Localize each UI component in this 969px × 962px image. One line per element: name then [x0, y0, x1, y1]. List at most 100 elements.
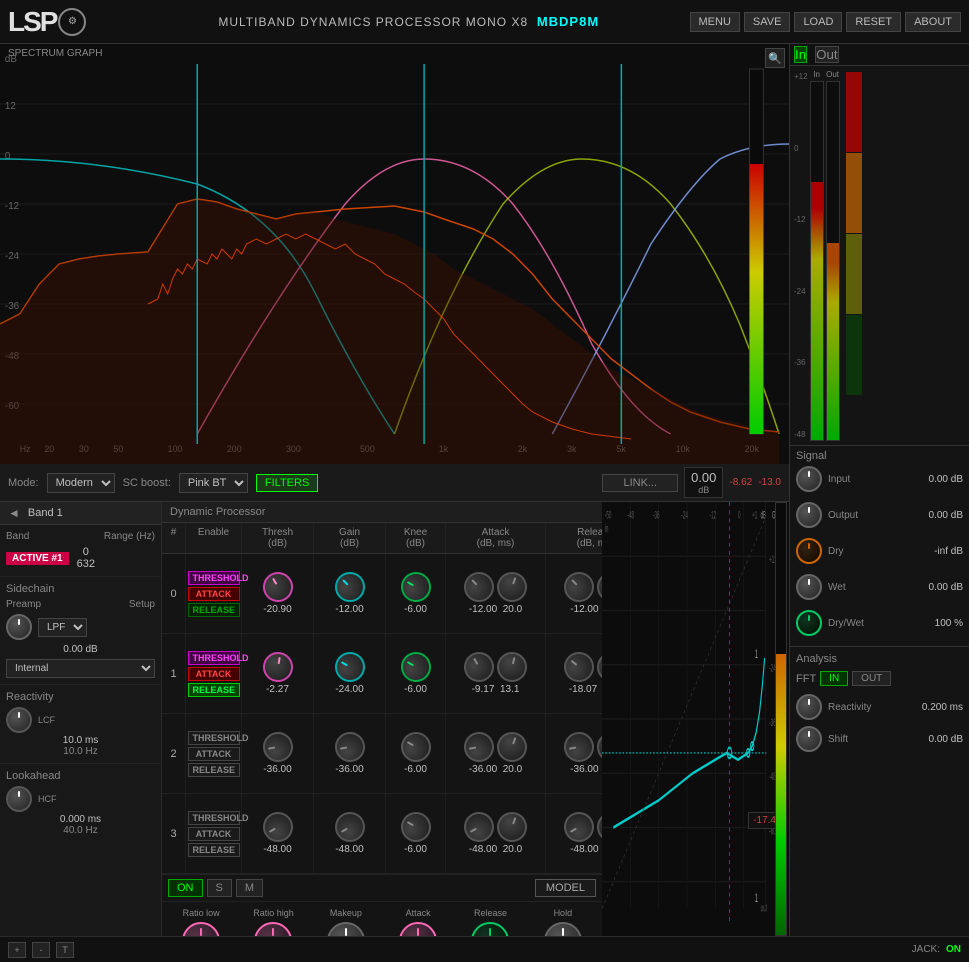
attack-db-knob-2[interactable] — [462, 730, 497, 765]
release-btn-0[interactable]: RELEASE — [188, 603, 240, 617]
thresh-knob-0[interactable] — [257, 567, 298, 608]
gain-knob-1[interactable] — [329, 647, 370, 688]
mode-select[interactable]: Modern — [47, 473, 115, 493]
out-button[interactable]: Out — [815, 46, 838, 63]
release-btn-1[interactable]: RELEASE — [188, 683, 240, 697]
internal-select[interactable]: Internal — [6, 659, 155, 678]
attack-ms-knob-0[interactable] — [493, 568, 531, 606]
output-knob[interactable] — [796, 502, 822, 528]
attack-btn-3[interactable]: ATTACK — [188, 827, 240, 841]
attack-db-knob-3[interactable] — [459, 807, 500, 848]
on-button[interactable]: ON — [168, 879, 203, 897]
gain-knob-0[interactable] — [328, 566, 370, 608]
preamp-knob[interactable] — [6, 614, 32, 640]
release-db-knob-2[interactable] — [562, 730, 597, 765]
row-3-release[interactable]: -48.00 100 — [546, 794, 602, 873]
zoom-button[interactable]: 🔍 — [765, 48, 785, 68]
active-badge[interactable]: ACTIVE #1 — [6, 552, 69, 565]
attack-btn-0[interactable]: ATTACK — [188, 587, 240, 601]
row-3-knee[interactable]: -6.00 — [386, 794, 446, 873]
attack-btn-2[interactable]: ATTACK — [188, 747, 240, 761]
text-button[interactable]: T — [56, 942, 74, 958]
knee-knob-3[interactable] — [395, 807, 436, 848]
row-1-enable[interactable]: THRESHOLD ATTACK RELEASE — [186, 634, 242, 713]
release-btn-3[interactable]: RELEASE — [188, 843, 240, 857]
about-button[interactable]: ABOUT — [905, 12, 961, 32]
row-1-gain[interactable]: -24.00 — [314, 634, 386, 713]
menu-button[interactable]: MENU — [690, 12, 740, 32]
attack-ms-knob-1[interactable] — [494, 649, 531, 686]
gain-knob-3[interactable] — [329, 807, 370, 848]
threshold-btn-2[interactable]: THRESHOLD — [188, 731, 240, 745]
ratio-low-knob[interactable] — [182, 922, 220, 936]
row-0-enable[interactable]: THRESHOLD ATTACK RELEASE — [186, 554, 242, 633]
knee-knob-1[interactable] — [395, 647, 436, 688]
row-2-enable[interactable]: THRESHOLD ATTACK RELEASE — [186, 714, 242, 793]
attack-btn-1[interactable]: ATTACK — [188, 667, 240, 681]
attack-ms-knob-2[interactable] — [493, 728, 531, 766]
release-btn-2[interactable]: RELEASE — [188, 763, 240, 777]
threshold-btn-3[interactable]: THRESHOLD — [188, 811, 240, 825]
thresh-knob-2[interactable] — [260, 730, 295, 765]
drywet-knob[interactable] — [796, 610, 822, 636]
fft-in-button[interactable]: IN — [820, 671, 848, 686]
add-button[interactable]: + — [8, 942, 26, 958]
row-2-knee[interactable]: -6.00 — [386, 714, 446, 793]
link-button[interactable]: LINK... — [602, 474, 678, 492]
s-button[interactable]: S — [207, 879, 232, 897]
remove-button[interactable]: - — [32, 942, 50, 958]
row-1-knee[interactable]: -6.00 — [386, 634, 446, 713]
row-3-attack[interactable]: -48.00 20.0 — [446, 794, 546, 873]
m-button[interactable]: M — [236, 879, 263, 897]
reactivity-knob[interactable] — [6, 707, 32, 733]
release-knob[interactable] — [471, 922, 509, 936]
reactivity-signal-knob[interactable] — [796, 694, 822, 720]
attack-db-knob-0[interactable] — [458, 566, 500, 608]
attack-db-knob-1[interactable] — [459, 647, 500, 688]
sc-select[interactable]: Pink BT — [179, 473, 248, 493]
row-2-attack[interactable]: -36.00 20.0 — [446, 714, 546, 793]
hold-knob[interactable] — [544, 922, 582, 936]
filters-button[interactable]: FILTERS — [256, 474, 318, 492]
row-1-thresh[interactable]: -2.27 — [242, 634, 314, 713]
row-2-release[interactable]: -36.00 100 — [546, 714, 602, 793]
thresh-knob-3[interactable] — [257, 807, 298, 848]
load-button[interactable]: LOAD — [794, 12, 842, 32]
gain-knob-2[interactable] — [332, 730, 367, 765]
release-db-knob-1[interactable] — [558, 646, 600, 688]
input-knob[interactable] — [796, 466, 822, 492]
row-2-gain[interactable]: -36.00 — [314, 714, 386, 793]
reset-button[interactable]: RESET — [846, 12, 901, 32]
save-button[interactable]: SAVE — [744, 12, 791, 32]
row-1-release[interactable]: -18.07 12.3 — [546, 634, 602, 713]
threshold-btn-0[interactable]: THRESHOLD — [188, 571, 240, 585]
lpf-select[interactable]: LPF — [38, 618, 87, 637]
model-button[interactable]: MODEL — [535, 879, 596, 897]
attack-knob[interactable] — [399, 922, 437, 936]
in-button[interactable]: In — [794, 46, 807, 63]
makeup-knob[interactable] — [327, 922, 365, 936]
threshold-btn-1[interactable]: THRESHOLD — [188, 651, 240, 665]
release-db-knob-3[interactable] — [559, 807, 600, 848]
knee-knob-2[interactable] — [395, 727, 436, 768]
row-1-attack[interactable]: -9.17 13.1 — [446, 634, 546, 713]
row-3-thresh[interactable]: -48.00 — [242, 794, 314, 873]
row-3-gain[interactable]: -48.00 — [314, 794, 386, 873]
ratio-high-knob[interactable] — [254, 922, 292, 936]
row-3-enable[interactable]: THRESHOLD ATTACK RELEASE — [186, 794, 242, 873]
wet-knob[interactable] — [796, 574, 822, 600]
row-0-gain[interactable]: -12.00 — [314, 554, 386, 633]
shift-knob[interactable] — [796, 726, 822, 752]
row-0-knee[interactable]: -6.00 — [386, 554, 446, 633]
thresh-knob-1[interactable] — [260, 650, 295, 685]
row-0-attack[interactable]: -12.00 20.0 — [446, 554, 546, 633]
fft-out-button[interactable]: OUT — [852, 671, 891, 686]
lookahead-knob[interactable] — [6, 786, 32, 812]
row-2-thresh[interactable]: -36.00 — [242, 714, 314, 793]
dry-knob[interactable] — [796, 538, 822, 564]
row-0-release[interactable]: -12.00 100 — [546, 554, 602, 633]
knee-knob-0[interactable] — [395, 567, 436, 608]
row-0-thresh[interactable]: -20.90 — [242, 554, 314, 633]
attack-ms-knob-3[interactable] — [493, 808, 531, 846]
release-db-knob-0[interactable] — [558, 566, 600, 608]
